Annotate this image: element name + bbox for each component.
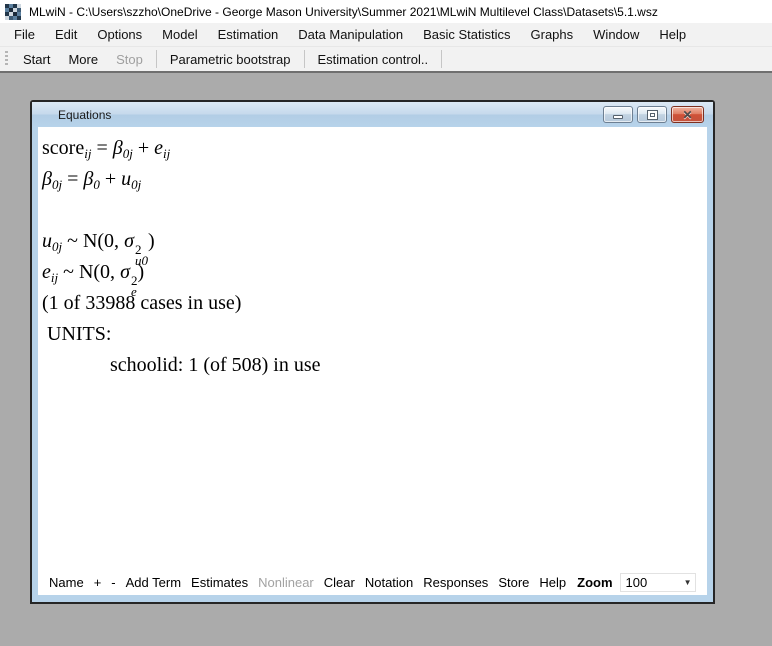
menu-item-basic-statistics[interactable]: Basic Statistics xyxy=(413,23,520,46)
equations-toolbar-buttons: Name+-Add TermEstimatesNonlinearClearNot… xyxy=(44,575,571,590)
eq-toolbar-button-store[interactable]: Store xyxy=(493,575,534,590)
toolbar-button-estimation-control[interactable]: Estimation control.. xyxy=(309,49,438,70)
toolbar-grip-handle[interactable] xyxy=(5,51,8,67)
main-toolbar: StartMoreStop Parametric bootstrap Estimat… xyxy=(0,47,772,73)
mdi-workspace: Equations ✕ scoreij = β0j + eijβ0j = β0 … xyxy=(0,73,772,646)
eq-toolbar-button-help[interactable]: Help xyxy=(534,575,571,590)
toolbar-button-more[interactable]: More xyxy=(59,49,107,70)
window-controls: ✕ xyxy=(603,106,704,123)
toolbar-button-start[interactable]: Start xyxy=(14,49,59,70)
chevron-down-icon: ▼ xyxy=(681,578,695,587)
eq-toolbar-button-clear[interactable]: Clear xyxy=(319,575,360,590)
zoom-value: 100 xyxy=(621,575,681,590)
menu-item-help[interactable]: Help xyxy=(649,23,696,46)
minimize-icon xyxy=(613,115,623,119)
eq-toolbar-button-plus[interactable]: + xyxy=(89,575,107,590)
equation-line[interactable]: UNITS: xyxy=(42,319,707,350)
eq-toolbar-button-responses[interactable]: Responses xyxy=(418,575,493,590)
toolbar-button-stop[interactable]: Stop xyxy=(107,49,152,70)
zoom-combobox[interactable]: 100 ▼ xyxy=(620,573,696,592)
app-title: MLwiN - C:\Users\szzho\OneDrive - George… xyxy=(29,5,658,19)
eq-toolbar-button-minus[interactable]: - xyxy=(106,575,120,590)
eq-toolbar-button-estimates[interactable]: Estimates xyxy=(186,575,253,590)
menu-item-file[interactable]: File xyxy=(4,23,45,46)
equation-line[interactable]: eij ~ N(0, σ2e) xyxy=(42,257,707,288)
menu-item-model[interactable]: Model xyxy=(152,23,207,46)
toolbar-separator xyxy=(441,50,442,68)
equations-title-bar[interactable]: Equations ✕ xyxy=(32,102,713,127)
eq-toolbar-button-notation[interactable]: Notation xyxy=(360,575,418,590)
eq-toolbar-button-add-term[interactable]: Add Term xyxy=(121,575,186,590)
close-icon: ✕ xyxy=(682,109,692,121)
toolbar-separator xyxy=(156,50,157,68)
menu-item-graphs[interactable]: Graphs xyxy=(521,23,584,46)
menu-item-edit[interactable]: Edit xyxy=(45,23,87,46)
menu-item-options[interactable]: Options xyxy=(87,23,152,46)
menu-item-estimation[interactable]: Estimation xyxy=(208,23,289,46)
toolbar-separator xyxy=(304,50,305,68)
equation-line[interactable]: scoreij = β0j + eij xyxy=(42,133,707,164)
restore-button[interactable] xyxy=(637,106,667,123)
equations-toolbar: Name+-Add TermEstimatesNonlinearClearNot… xyxy=(38,569,707,595)
zoom-label: Zoom xyxy=(571,575,616,590)
equations-window: Equations ✕ scoreij = β0j + eijβ0j = β0 … xyxy=(30,100,715,604)
menu-bar: FileEditOptionsModelEstimationData Manip… xyxy=(0,23,772,47)
equation-line[interactable]: (1 of 33988 cases in use) xyxy=(42,288,707,319)
equations-body: scoreij = β0j + eijβ0j = β0 + u0j u0j ~ N… xyxy=(38,127,707,595)
equation-line[interactable]: u0j ~ N(0, σ2u0) xyxy=(42,226,707,257)
equations-window-title: Equations xyxy=(58,108,111,122)
app-title-bar[interactable]: MLwiN - C:\Users\szzho\OneDrive - George… xyxy=(0,0,772,23)
equation-blank-line xyxy=(42,195,707,226)
eq-toolbar-button-name[interactable]: Name xyxy=(44,575,89,590)
menu-item-window[interactable]: Window xyxy=(583,23,649,46)
eq-toolbar-button-nonlinear[interactable]: Nonlinear xyxy=(253,575,319,590)
mlwin-app-icon xyxy=(5,4,21,20)
equation-line[interactable]: β0j = β0 + u0j xyxy=(42,164,707,195)
menu-item-data-manipulation[interactable]: Data Manipulation xyxy=(288,23,413,46)
restore-icon xyxy=(647,110,658,120)
minimize-button[interactable] xyxy=(603,106,633,123)
equations-canvas[interactable]: scoreij = β0j + eijβ0j = β0 + u0j u0j ~ N… xyxy=(38,127,707,569)
close-button[interactable]: ✕ xyxy=(671,106,704,123)
toolbar-button-parametric-bootstrap[interactable]: Parametric bootstrap xyxy=(161,49,300,70)
equation-line[interactable]: schoolid: 1 (of 508) in use xyxy=(42,350,707,381)
